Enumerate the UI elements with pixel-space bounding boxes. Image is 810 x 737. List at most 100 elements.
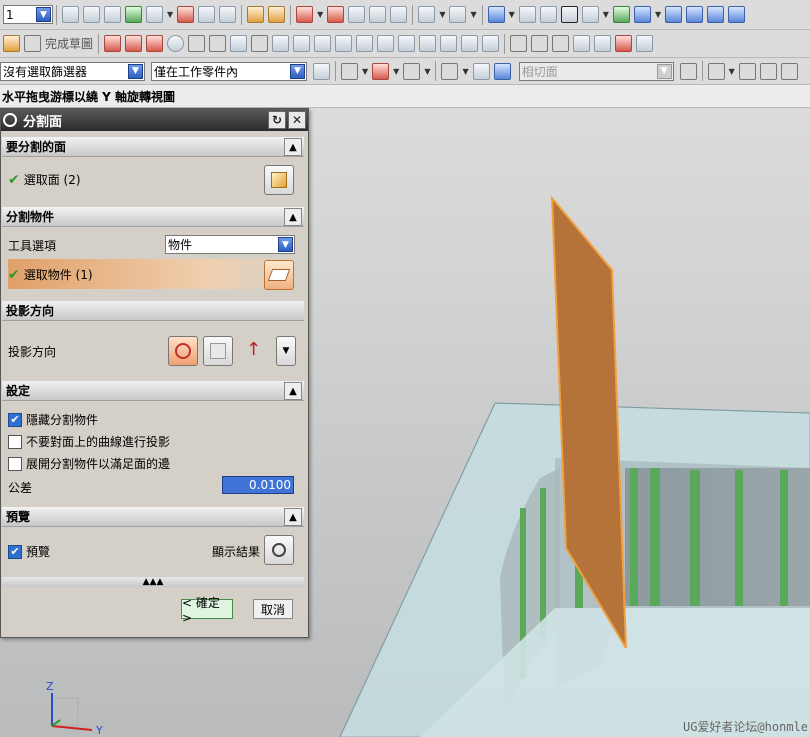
snap-mid-icon[interactable] [348, 6, 366, 23]
layer-settings-icon[interactable] [62, 6, 79, 23]
reset-icon[interactable]: ↻ [268, 111, 286, 129]
line-normal-icon[interactable] [780, 62, 798, 80]
select-object-row[interactable]: ✔ 選取物件 (1) [8, 266, 93, 283]
hide-object-row[interactable]: ✔ 隱藏分割物件 [8, 411, 98, 428]
line-point-icon[interactable] [738, 62, 756, 80]
projection-face-normal-button[interactable] [168, 336, 198, 366]
section-preview-header[interactable]: 預覽 ▲ [2, 507, 304, 527]
render-style-icon[interactable] [581, 6, 599, 23]
rotate-view-icon[interactable] [560, 6, 578, 23]
gear-icon[interactable] [3, 113, 17, 127]
wcs-rotate-icon[interactable] [198, 6, 216, 23]
section-object-header[interactable]: 分割物件 ▲ [2, 207, 304, 227]
show-result-button[interactable] [264, 535, 294, 565]
snap-center-icon[interactable] [369, 6, 387, 23]
chamfer-icon[interactable] [209, 35, 227, 52]
rectangle-icon[interactable] [230, 35, 248, 52]
chevron-down-icon[interactable]: ▼ [424, 67, 430, 76]
dimension-icon[interactable] [398, 35, 416, 52]
tool-option-select[interactable]: 物件 ▼ [165, 235, 295, 254]
sketch-icon[interactable] [3, 35, 20, 52]
no-project-row[interactable]: 不要對面上的曲線進行投影 [8, 433, 170, 450]
chevron-down-icon[interactable]: ▼ [290, 63, 305, 79]
curve-rule-icon[interactable] [403, 62, 421, 80]
grid-icon[interactable] [487, 6, 505, 23]
close-icon[interactable]: ✕ [288, 111, 306, 129]
snap-line-icon[interactable] [510, 35, 528, 52]
mirror-icon[interactable] [356, 35, 374, 52]
pattern-icon[interactable] [419, 35, 437, 52]
expand-object-checkbox[interactable] [8, 456, 22, 471]
body-select-icon[interactable] [493, 62, 511, 80]
layer-move-icon[interactable] [83, 6, 100, 23]
dialog-titlebar[interactable]: 分割面 ↻ ✕ [1, 109, 308, 131]
chevron-down-icon[interactable]: ▼ [470, 10, 476, 19]
view-right-icon[interactable] [707, 6, 725, 23]
move-handle-icon[interactable] [707, 62, 725, 80]
snap-toggle-icon[interactable] [341, 62, 358, 80]
section-face-header[interactable]: 要分割的面 ▲ [2, 137, 304, 157]
trim-icon[interactable] [293, 35, 311, 52]
snap-point-icon[interactable] [296, 6, 314, 23]
tolerance-input[interactable]: 0.0100 [222, 476, 294, 494]
profile-icon[interactable] [104, 35, 122, 52]
select-face-row[interactable]: ✔ 選取面 (2) [8, 171, 81, 188]
transform-icon[interactable] [268, 6, 286, 23]
auto-dimension-icon[interactable] [615, 35, 633, 52]
finish-sketch-icon[interactable] [24, 35, 41, 52]
layer-copy-icon[interactable] [104, 6, 121, 23]
fit-view-icon[interactable] [539, 6, 557, 23]
no-project-checkbox[interactable] [8, 434, 22, 449]
circle-icon[interactable] [167, 35, 185, 52]
chevron-down-icon[interactable]: ▼ [655, 10, 661, 19]
box-view-icon[interactable] [633, 6, 651, 23]
select-point-icon[interactable] [372, 62, 390, 80]
measure-angle-icon[interactable] [449, 6, 467, 23]
window-icon[interactable] [518, 6, 536, 23]
offset-curve-icon[interactable] [272, 35, 290, 52]
corner-icon[interactable] [335, 35, 353, 52]
chevron-down-icon[interactable]: ▼ [439, 10, 445, 19]
chevron-down-icon[interactable]: ▼ [167, 10, 173, 19]
preview-row[interactable]: ✔ 預覽 [8, 543, 50, 560]
view-front-icon[interactable] [665, 6, 683, 23]
layer-category-icon[interactable] [146, 6, 163, 23]
snap-vertical-icon[interactable] [594, 35, 612, 52]
collapse-icon[interactable]: ▲ [284, 208, 302, 226]
view-iso-icon[interactable] [728, 6, 746, 23]
layer-visible-icon[interactable] [125, 6, 142, 23]
type-filter-select[interactable]: 沒有選取篩選器 ▼ [0, 61, 145, 81]
hide-object-checkbox[interactable]: ✔ [8, 412, 22, 427]
chevron-down-icon[interactable]: ▼ [656, 63, 672, 79]
point-icon[interactable] [251, 35, 269, 52]
extend-icon[interactable] [314, 35, 332, 52]
chevron-down-icon[interactable]: ▼ [603, 10, 609, 19]
assembly-select-icon[interactable] [313, 62, 330, 80]
intersect-icon[interactable] [461, 35, 479, 52]
rect-select-icon[interactable] [441, 62, 459, 80]
section-settings-header[interactable]: 設定 ▲ [2, 381, 304, 401]
select-object-button[interactable] [264, 260, 294, 290]
wcs-orient-icon[interactable] [219, 6, 237, 23]
finish-sketch-label[interactable]: 完成草圖 [45, 35, 93, 52]
line-tangent-icon[interactable] [759, 62, 777, 80]
snap-perp-icon[interactable] [531, 35, 549, 52]
chevron-down-icon[interactable]: ▼ [317, 10, 323, 19]
snap-face-select[interactable]: 相切面 ▼ [518, 61, 674, 81]
chevron-down-icon[interactable]: ▼ [462, 67, 468, 76]
sketch-option-icon[interactable] [636, 35, 654, 52]
solid-select-icon[interactable] [472, 62, 490, 80]
projection-vector-button[interactable] [203, 336, 233, 366]
collapse-icon[interactable]: ▲ [284, 382, 302, 400]
chevron-down-icon[interactable]: ▼ [128, 63, 143, 79]
more-options-toggle[interactable]: ▲▲▲ [2, 577, 304, 587]
cancel-button[interactable]: 取消 [253, 599, 293, 619]
fillet-icon[interactable] [188, 35, 206, 52]
projection-dropdown[interactable]: ▼ [276, 336, 296, 366]
snap-end-icon[interactable] [327, 6, 345, 23]
wcs-origin-icon[interactable] [177, 6, 195, 23]
preview-checkbox[interactable]: ✔ [8, 544, 22, 559]
chevron-down-icon[interactable]: ▼ [36, 7, 51, 22]
shade-icon[interactable] [612, 6, 630, 23]
derived-line-icon[interactable] [482, 35, 500, 52]
